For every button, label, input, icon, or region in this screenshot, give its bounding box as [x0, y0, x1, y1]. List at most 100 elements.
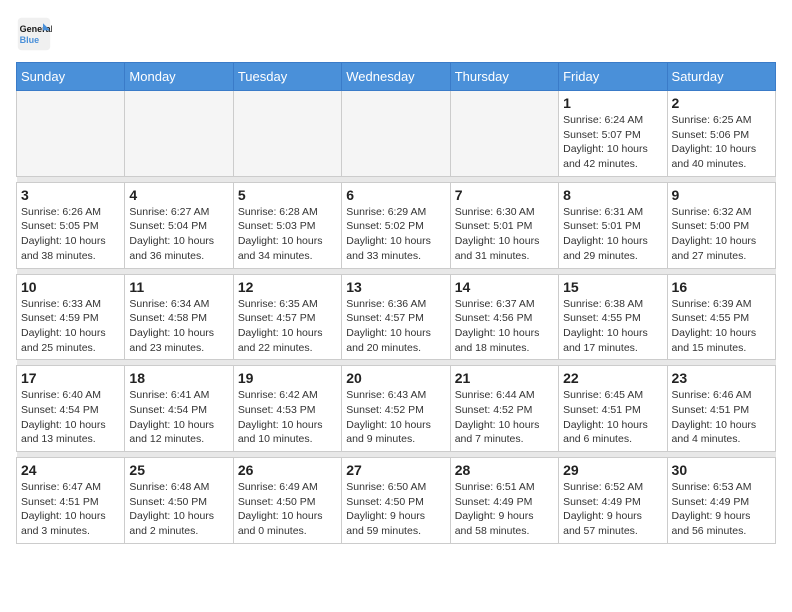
calendar-cell: [17, 91, 125, 177]
calendar-week-2: 3 Sunrise: 6:26 AM Sunset: 5:05 PM Daylig…: [17, 182, 776, 268]
calendar-cell: 4 Sunrise: 6:27 AM Sunset: 5:04 PM Daylig…: [125, 182, 233, 268]
day-info: Sunrise: 6:49 AM Sunset: 4:50 PM Dayligh…: [238, 480, 337, 539]
day-number: 14: [455, 279, 554, 295]
day-info: Sunrise: 6:53 AM Sunset: 4:49 PM Dayligh…: [672, 480, 771, 539]
day-info: Sunrise: 6:28 AM Sunset: 5:03 PM Dayligh…: [238, 205, 337, 264]
day-number: 7: [455, 187, 554, 203]
calendar-cell: 29 Sunrise: 6:52 AM Sunset: 4:49 PM Dayli…: [559, 458, 667, 544]
day-number: 16: [672, 279, 771, 295]
day-number: 19: [238, 370, 337, 386]
calendar-cell: 7 Sunrise: 6:30 AM Sunset: 5:01 PM Daylig…: [450, 182, 558, 268]
day-info: Sunrise: 6:37 AM Sunset: 4:56 PM Dayligh…: [455, 297, 554, 356]
day-info: Sunrise: 6:24 AM Sunset: 5:07 PM Dayligh…: [563, 113, 662, 172]
calendar-cell: [233, 91, 341, 177]
calendar-cell: 26 Sunrise: 6:49 AM Sunset: 4:50 PM Dayli…: [233, 458, 341, 544]
day-number: 15: [563, 279, 662, 295]
day-number: 28: [455, 462, 554, 478]
calendar-cell: 1 Sunrise: 6:24 AM Sunset: 5:07 PM Daylig…: [559, 91, 667, 177]
calendar-cell: 8 Sunrise: 6:31 AM Sunset: 5:01 PM Daylig…: [559, 182, 667, 268]
day-info: Sunrise: 6:51 AM Sunset: 4:49 PM Dayligh…: [455, 480, 554, 539]
calendar-cell: 14 Sunrise: 6:37 AM Sunset: 4:56 PM Dayli…: [450, 274, 558, 360]
calendar-cell: 22 Sunrise: 6:45 AM Sunset: 4:51 PM Dayli…: [559, 366, 667, 452]
day-info: Sunrise: 6:33 AM Sunset: 4:59 PM Dayligh…: [21, 297, 120, 356]
day-number: 4: [129, 187, 228, 203]
calendar-cell: 28 Sunrise: 6:51 AM Sunset: 4:49 PM Dayli…: [450, 458, 558, 544]
calendar-week-5: 24 Sunrise: 6:47 AM Sunset: 4:51 PM Dayli…: [17, 458, 776, 544]
calendar-cell: 21Sunrise: 6:44 AM Sunset: 4:52 PM Dayli…: [450, 366, 558, 452]
day-number: 12: [238, 279, 337, 295]
col-header-thursday: Thursday: [450, 63, 558, 91]
col-header-monday: Monday: [125, 63, 233, 91]
calendar-cell: 13 Sunrise: 6:36 AM Sunset: 4:57 PM Dayli…: [342, 274, 450, 360]
day-number: 5: [238, 187, 337, 203]
svg-text:Blue: Blue: [20, 35, 40, 45]
calendar-cell: 18 Sunrise: 6:41 AM Sunset: 4:54 PM Dayli…: [125, 366, 233, 452]
day-number: 3: [21, 187, 120, 203]
day-info: Sunrise: 6:35 AM Sunset: 4:57 PM Dayligh…: [238, 297, 337, 356]
day-number: 30: [672, 462, 771, 478]
day-info: Sunrise: 6:47 AM Sunset: 4:51 PM Dayligh…: [21, 480, 120, 539]
col-header-friday: Friday: [559, 63, 667, 91]
day-info: Sunrise: 6:39 AM Sunset: 4:55 PM Dayligh…: [672, 297, 771, 356]
day-number: 27: [346, 462, 445, 478]
day-info: Sunrise: 6:30 AM Sunset: 5:01 PM Dayligh…: [455, 205, 554, 264]
calendar-week-1: 1 Sunrise: 6:24 AM Sunset: 5:07 PM Daylig…: [17, 91, 776, 177]
day-info: Sunrise: 6:45 AM Sunset: 4:51 PM Dayligh…: [563, 388, 662, 447]
day-info: Sunrise: 6:44 AM Sunset: 4:52 PM Dayligh…: [455, 388, 554, 447]
calendar-week-3: 10 Sunrise: 6:33 AM Sunset: 4:59 PM Dayli…: [17, 274, 776, 360]
day-number: 25: [129, 462, 228, 478]
day-info: Sunrise: 6:40 AM Sunset: 4:54 PM Dayligh…: [21, 388, 120, 447]
day-info: Sunrise: 6:38 AM Sunset: 4:55 PM Dayligh…: [563, 297, 662, 356]
day-info: Sunrise: 6:52 AM Sunset: 4:49 PM Dayligh…: [563, 480, 662, 539]
calendar-cell: 12 Sunrise: 6:35 AM Sunset: 4:57 PM Dayli…: [233, 274, 341, 360]
day-info: Sunrise: 6:41 AM Sunset: 4:54 PM Dayligh…: [129, 388, 228, 447]
day-number: 1: [563, 95, 662, 111]
day-info: Sunrise: 6:25 AM Sunset: 5:06 PM Dayligh…: [672, 113, 771, 172]
calendar-cell: 17 Sunrise: 6:40 AM Sunset: 4:54 PM Dayli…: [17, 366, 125, 452]
calendar-cell: 24 Sunrise: 6:47 AM Sunset: 4:51 PM Dayli…: [17, 458, 125, 544]
day-info: Sunrise: 6:32 AM Sunset: 5:00 PM Dayligh…: [672, 205, 771, 264]
day-number: 6: [346, 187, 445, 203]
calendar-header-row: SundayMondayTuesdayWednesdayThursdayFrid…: [17, 63, 776, 91]
day-number: 29: [563, 462, 662, 478]
day-number: 26: [238, 462, 337, 478]
logo: General Blue: [16, 16, 56, 52]
day-info: Sunrise: 6:36 AM Sunset: 4:57 PM Dayligh…: [346, 297, 445, 356]
calendar-cell: [342, 91, 450, 177]
day-info: Sunrise: 6:34 AM Sunset: 4:58 PM Dayligh…: [129, 297, 228, 356]
calendar-cell: [125, 91, 233, 177]
day-number: 9: [672, 187, 771, 203]
day-info: Sunrise: 6:29 AM Sunset: 5:02 PM Dayligh…: [346, 205, 445, 264]
calendar-cell: 27 Sunrise: 6:50 AM Sunset: 4:50 PM Dayli…: [342, 458, 450, 544]
day-number: 17: [21, 370, 120, 386]
col-header-wednesday: Wednesday: [342, 63, 450, 91]
logo-icon: General Blue: [16, 16, 52, 52]
day-number: 24: [21, 462, 120, 478]
calendar-cell: 30 Sunrise: 6:53 AM Sunset: 4:49 PM Dayli…: [667, 458, 775, 544]
day-number: 20: [346, 370, 445, 386]
calendar-cell: 3 Sunrise: 6:26 AM Sunset: 5:05 PM Daylig…: [17, 182, 125, 268]
calendar-cell: 25Sunrise: 6:48 AM Sunset: 4:50 PM Dayli…: [125, 458, 233, 544]
calendar-cell: 19 Sunrise: 6:42 AM Sunset: 4:53 PM Dayli…: [233, 366, 341, 452]
day-info: Sunrise: 6:43 AM Sunset: 4:52 PM Dayligh…: [346, 388, 445, 447]
day-info: Sunrise: 6:26 AM Sunset: 5:05 PM Dayligh…: [21, 205, 120, 264]
day-number: 13: [346, 279, 445, 295]
day-number: 8: [563, 187, 662, 203]
calendar-cell: 15 Sunrise: 6:38 AM Sunset: 4:55 PM Dayli…: [559, 274, 667, 360]
day-info: Sunrise: 6:27 AM Sunset: 5:04 PM Dayligh…: [129, 205, 228, 264]
col-header-tuesday: Tuesday: [233, 63, 341, 91]
calendar-cell: 23Sunrise: 6:46 AM Sunset: 4:51 PM Dayli…: [667, 366, 775, 452]
calendar-cell: 6 Sunrise: 6:29 AM Sunset: 5:02 PM Daylig…: [342, 182, 450, 268]
calendar-cell: 5 Sunrise: 6:28 AM Sunset: 5:03 PM Daylig…: [233, 182, 341, 268]
col-header-saturday: Saturday: [667, 63, 775, 91]
calendar-cell: 10 Sunrise: 6:33 AM Sunset: 4:59 PM Dayli…: [17, 274, 125, 360]
day-number: 10: [21, 279, 120, 295]
day-number: 2: [672, 95, 771, 111]
day-info: Sunrise: 6:31 AM Sunset: 5:01 PM Dayligh…: [563, 205, 662, 264]
day-info: Sunrise: 6:50 AM Sunset: 4:50 PM Dayligh…: [346, 480, 445, 539]
day-number: 18: [129, 370, 228, 386]
calendar-cell: [450, 91, 558, 177]
day-info: Sunrise: 6:42 AM Sunset: 4:53 PM Dayligh…: [238, 388, 337, 447]
calendar-cell: 9 Sunrise: 6:32 AM Sunset: 5:00 PM Daylig…: [667, 182, 775, 268]
day-number: 22: [563, 370, 662, 386]
